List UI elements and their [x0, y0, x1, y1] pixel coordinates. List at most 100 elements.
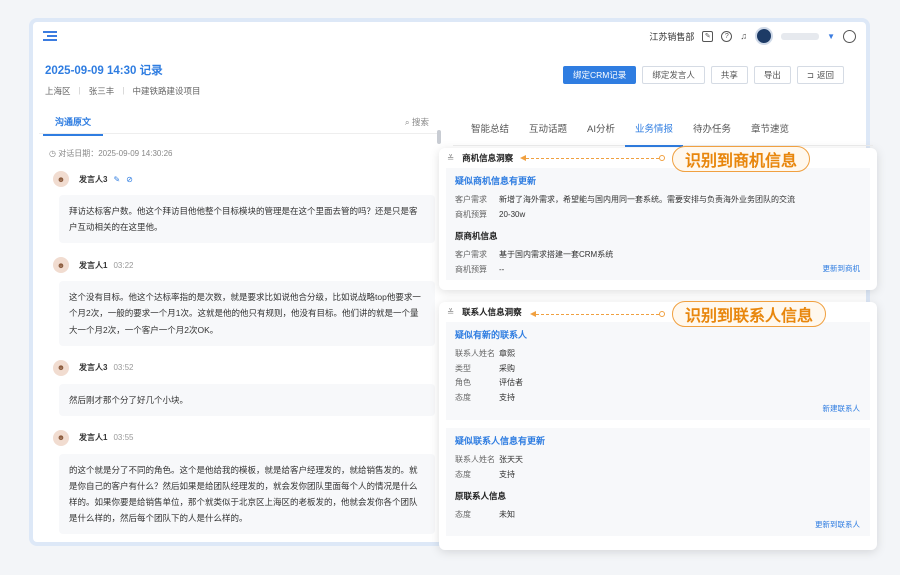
speaker-name: 发言人3 [79, 363, 108, 373]
scrollbar[interactable] [437, 130, 441, 144]
callout-dot [659, 155, 665, 161]
update-opportunity-link[interactable]: 更新到商机 [823, 263, 861, 274]
speaker-avatar: ☻ [53, 429, 69, 446]
create-contact-link[interactable]: 新建联系人 [823, 403, 861, 414]
callout-line [536, 314, 659, 315]
message-header: ☻ 发言人1 03:55 [53, 429, 441, 446]
tab-summary[interactable]: 智能总结 [471, 121, 509, 135]
field-value: 新增了海外需求，希望能与国内用同一套系统。需要安排与负责海外业务团队的交流 [499, 195, 795, 204]
field-value: 20-30w [499, 209, 526, 219]
edit-icon[interactable]: ✎ [702, 30, 714, 42]
callout-dot [659, 311, 665, 317]
field-value: 章熙 [499, 349, 515, 358]
opportunity-heading: 商机信息洞察 [462, 153, 514, 163]
bind-crm-button[interactable]: 绑定CRM记录 [562, 66, 637, 84]
back-button[interactable]: ⊐ 返回 [796, 66, 844, 84]
field-value: 基于国内需求搭建一套CRM系统 [499, 250, 614, 259]
project-label: 中建铁路建设项目 [132, 86, 201, 96]
edit-icon[interactable]: ✎ [113, 175, 120, 184]
chevron-down-icon[interactable]: ▼ [827, 32, 835, 41]
new-contact-title: 疑似有新的联系人 [455, 330, 528, 340]
search-button[interactable]: ⌕ 搜索 [405, 116, 429, 128]
clock-icon: ◷ [49, 149, 59, 158]
message-time: 03:52 [113, 363, 134, 373]
speaker-avatar: ☻ [53, 359, 69, 376]
field-key: 客户需求 [455, 250, 487, 259]
speaker-avatar: ☻ [53, 257, 69, 274]
person-label: 张三丰 [88, 86, 115, 96]
collapse-icon[interactable]: ≚ [447, 153, 454, 164]
field-value: 评估者 [499, 378, 523, 387]
insight-panel: 智能总结 互动话题 AI分析 业务情报 待办任务 章节速览 [453, 110, 873, 150]
update-contact-link[interactable]: 更新到联系人 [815, 519, 860, 530]
back-icon: ⊐ [806, 69, 814, 80]
bind-speaker-button[interactable]: 绑定发言人 [642, 66, 705, 84]
contact-heading: 联系人信息洞察 [462, 307, 522, 317]
field-key: 角色 [455, 378, 471, 387]
tab-transcript[interactable]: 沟通原文 [42, 115, 104, 136]
bell-icon[interactable]: ♫ [740, 31, 747, 41]
field-value: 支持 [499, 469, 515, 479]
export-button[interactable]: 导出 [753, 66, 791, 84]
field-value: 支持 [499, 392, 515, 402]
back-label: 返回 [816, 70, 834, 80]
contact-card: ≚ 联系人信息洞察 疑似有新的联系人 联系人姓名 章熙 类型 采购 角色 评估者 态度… [439, 302, 877, 550]
speaker-name: 发言人1 [79, 260, 108, 270]
message-text: 的这个就是分了不同的角色。这个是他给我的模板，就是给客户经理发的，就给销售发的。… [59, 453, 435, 535]
tab-business-intel[interactable]: 业务情报 [625, 121, 684, 147]
opportunity-card: ≚ 商机信息洞察 疑似商机信息有更新 客户需求 新增了海外需求，希望能与国内用同一… [439, 148, 877, 290]
date-text: 对话日期：2025-09-09 14:30:26 [58, 149, 173, 158]
message-header: ☻ 发言人1 03:22 [53, 257, 441, 274]
transcript-panel: 沟通原文 ⌕ 搜索 ◷ 对话日期：2025-09-09 14:30:26 ☻ 发… [39, 110, 441, 540]
message-text: 拜访达标客户数。他这个拜访目他他整个目标模块的管理是在这个里面去管的吗？还是只是… [59, 195, 435, 244]
original-opportunity-title: 原商机信息 [455, 231, 498, 241]
new-contact-section: 疑似有新的联系人 联系人姓名 章熙 类型 采购 角色 评估者 态度 支持 新建联系人 [446, 322, 870, 420]
record-header: 2025-09-09 14:30 记录 上海区 | 张三丰 | 中建铁路建设项目 [45, 62, 200, 97]
field-value: 张天天 [499, 455, 523, 464]
field-value: -- [499, 264, 505, 274]
tab-chapters[interactable]: 章节速览 [751, 121, 789, 135]
tab-todo[interactable]: 待办任务 [693, 121, 731, 135]
original-contact-title: 原联系人信息 [455, 491, 507, 501]
tab-ai-analysis[interactable]: AI分析 [587, 121, 615, 135]
contact-callout: 识别到联系人信息 [672, 301, 827, 327]
field-key: 客户需求 [455, 195, 487, 204]
speaker-name: 发言人1 [79, 433, 108, 443]
globe-icon[interactable] [843, 29, 856, 43]
message-time: 03:22 [113, 260, 134, 270]
suspected-opportunity-title: 疑似商机信息有更新 [455, 176, 537, 186]
update-contact-section: 疑似联系人信息有更新 联系人姓名 张天天 态度 支持 原联系人信息 态度 未知 更新到… [446, 428, 870, 536]
field-key: 态度 [455, 469, 471, 479]
collapse-icon[interactable]: ≚ [447, 307, 454, 318]
org-name[interactable]: 江苏销售部 [649, 30, 694, 43]
update-contact-title: 疑似联系人信息有更新 [455, 436, 546, 446]
search-label: 搜索 [411, 116, 429, 127]
message-text: 这个没有目标。他这个达标率指的是次数，就是要求比如说他合分级，比如说战略top他… [59, 281, 435, 346]
message-header: ☻ 发言人3 03:52 [53, 359, 441, 376]
search-icon: ⌕ [404, 116, 412, 127]
user-name[interactable] [781, 32, 820, 40]
message-time: 03:55 [113, 433, 134, 443]
top-bar: 江苏销售部 ✎ ? ♫ ▼ [33, 22, 866, 50]
conversation-date: ◷ 对话日期：2025-09-09 14:30:26 [49, 148, 441, 159]
opportunity-callout: 识别到商机信息 [672, 146, 811, 172]
avatar[interactable] [755, 27, 774, 45]
link-icon[interactable]: ⊘ [126, 175, 133, 184]
speaker-name: 发言人3 [79, 174, 108, 184]
message-header: ☻ 发言人3 ✎ ⊘ [53, 171, 441, 187]
menu-icon[interactable] [43, 31, 57, 41]
field-key: 态度 [455, 510, 471, 519]
share-button[interactable]: 共享 [710, 66, 748, 84]
action-bar: 绑定CRM记录 绑定发言人 共享 导出 ⊐ 返回 [562, 66, 844, 84]
field-key: 联系人姓名 [455, 349, 495, 358]
speaker-avatar: ☻ [53, 171, 69, 187]
field-key: 态度 [455, 392, 471, 402]
help-icon[interactable]: ? [721, 30, 733, 42]
callout-line [526, 158, 659, 159]
region-label: 上海区 [45, 86, 71, 96]
field-key: 类型 [455, 363, 471, 373]
tab-topics[interactable]: 互动话题 [529, 121, 567, 135]
field-value: 未知 [499, 510, 515, 519]
page-title: 2025-09-09 14:30 记录 [45, 65, 163, 77]
field-key: 联系人姓名 [455, 455, 495, 464]
